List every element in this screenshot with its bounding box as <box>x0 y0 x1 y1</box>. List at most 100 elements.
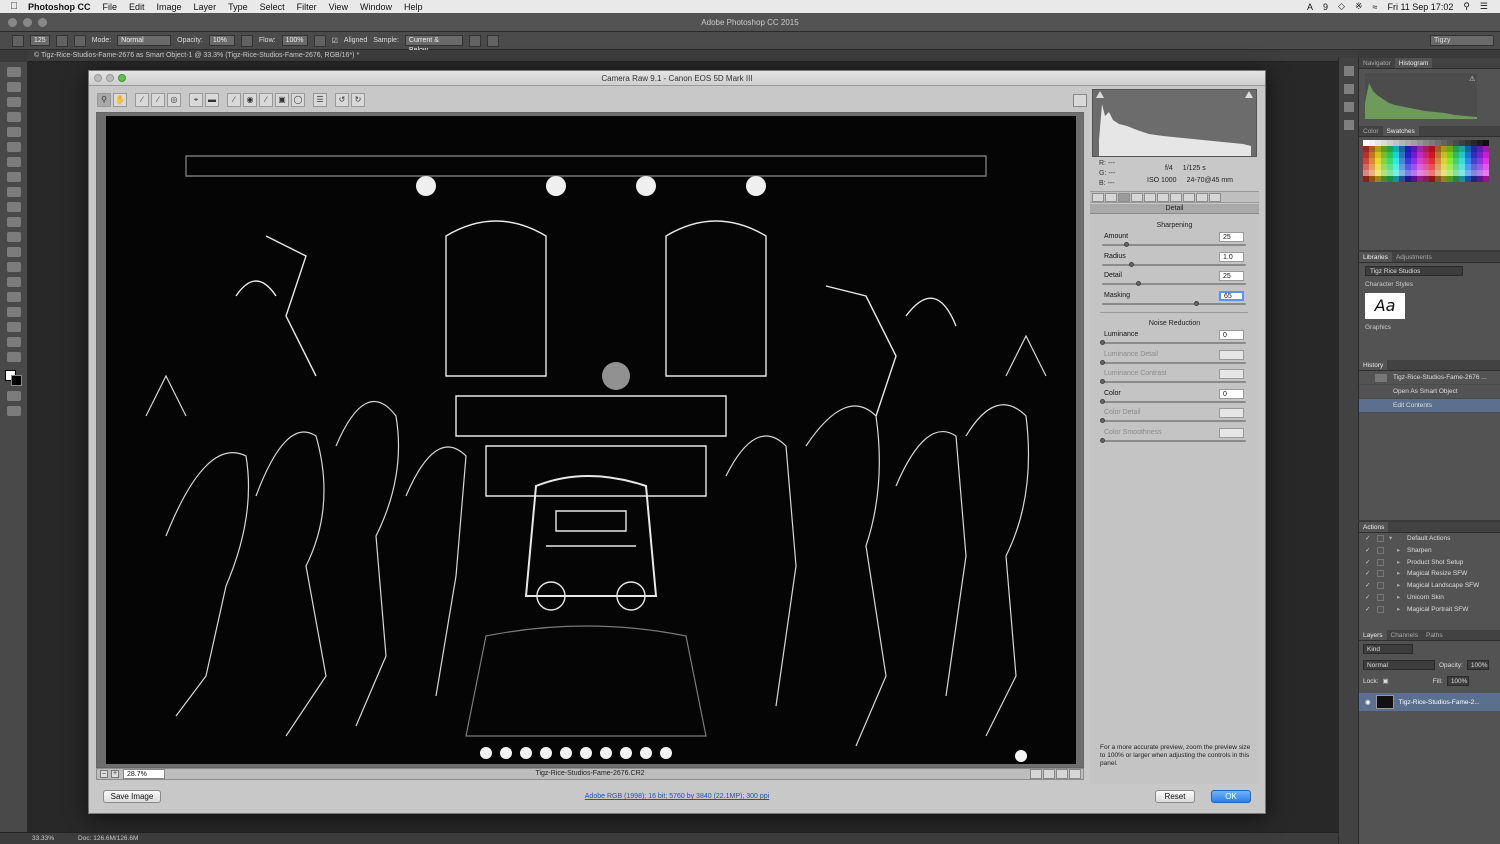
camera-calibration-tab-icon[interactable] <box>1183 192 1195 202</box>
split-toning-tab-icon[interactable] <box>1144 192 1156 202</box>
action-item[interactable]: ✓ ▸ Magical Portrait SFW <box>1359 604 1500 616</box>
noise-5-slider[interactable] <box>1100 437 1246 443</box>
noise-1-slider-thumb[interactable] <box>1100 359 1105 365</box>
red-eye-tool-icon[interactable]: ◉ <box>243 93 257 107</box>
notification-center-icon[interactable]: ☰ <box>1480 1 1488 12</box>
character-style-swatch[interactable]: Aa <box>1365 293 1405 319</box>
noise-2-value-field[interactable] <box>1219 369 1244 379</box>
ignore-adjustment-layers-icon[interactable] <box>468 34 481 47</box>
check-icon[interactable]: ✓ <box>1365 604 1370 616</box>
check-icon[interactable]: ✓ <box>1365 545 1370 557</box>
dodge-tool-icon[interactable] <box>7 262 21 272</box>
healing-brush-tool-icon[interactable] <box>7 157 21 167</box>
clone-source-panel-icon[interactable] <box>73 34 86 47</box>
sample-select[interactable]: Current & Below <box>404 35 463 54</box>
presets-tab-icon[interactable] <box>1196 192 1208 202</box>
noise-0-slider-thumb[interactable] <box>1100 340 1105 345</box>
check-icon[interactable]: ✓ <box>1365 568 1370 580</box>
preview-image[interactable] <box>106 116 1076 764</box>
brush-presets-panel-icon[interactable] <box>1344 102 1354 112</box>
sharpening-0-slider[interactable] <box>1102 242 1246 247</box>
noise-2-slider[interactable] <box>1100 379 1246 384</box>
fill-field[interactable]: 100% <box>1446 676 1469 686</box>
noise-0-slider[interactable] <box>1100 340 1246 345</box>
action-item[interactable]: ✓ ▸ Magical Landscape SFW <box>1359 580 1500 592</box>
sharpening-1-slider-thumb[interactable] <box>1128 261 1134 267</box>
color-sampler-tool-icon[interactable]: ∕ <box>151 93 165 107</box>
sharpening-3-slider-thumb[interactable] <box>1193 300 1199 306</box>
dialog-toggle[interactable] <box>1377 605 1384 613</box>
paragraph-panel-icon[interactable] <box>1344 84 1354 94</box>
zoom-tool-icon[interactable] <box>7 352 21 362</box>
sharpening-0-value-field[interactable]: 25 <box>1219 232 1244 242</box>
reset-button[interactable]: Reset <box>1155 790 1195 803</box>
menu-type[interactable]: Type <box>228 2 248 12</box>
eraser-tool-icon[interactable] <box>7 217 21 227</box>
background-color-swatch[interactable] <box>11 375 22 386</box>
spot-removal-tool-icon[interactable]: ∕ <box>227 93 241 107</box>
dialog-toggle[interactable] <box>1377 582 1384 590</box>
noise-4-value-field[interactable] <box>1219 408 1244 418</box>
noise-0-value-field[interactable]: 0 <box>1219 330 1244 340</box>
airbrush-icon[interactable] <box>313 34 326 47</box>
menu-help[interactable]: Help <box>404 2 423 12</box>
sharpening-3-slider[interactable] <box>1102 300 1246 306</box>
gradient-tool-icon[interactable] <box>7 232 21 242</box>
preferences-icon[interactable]: ☰ <box>313 93 327 107</box>
pressure-opacity-icon[interactable] <box>240 34 253 47</box>
chevron-down-icon[interactable]: ▾ <box>1389 533 1392 545</box>
targeted-adjustment-tool-icon[interactable]: ◎ <box>167 93 181 107</box>
opacity-field[interactable]: 10% <box>208 35 235 46</box>
color-swatch[interactable] <box>1483 176 1489 182</box>
document-tab[interactable]: © Tigz-Rice-Studios-Fame-2676 as Smart O… <box>28 50 1358 62</box>
eye-icon[interactable]: ◉ <box>1365 698 1371 706</box>
swap-settings-icon[interactable] <box>1043 769 1055 779</box>
ok-button[interactable]: OK <box>1211 790 1251 803</box>
clone-stamp-tool-icon[interactable] <box>7 187 21 197</box>
detail-tab-icon[interactable] <box>1118 192 1130 202</box>
lasso-tool-icon[interactable] <box>7 97 21 107</box>
workspace-select[interactable]: Tigzy <box>1430 35 1494 46</box>
hand-tool-icon[interactable]: ✋ <box>113 93 127 107</box>
clone-source-panel-icon[interactable] <box>1344 120 1354 130</box>
white-balance-tool-icon[interactable]: ∕ <box>135 93 149 107</box>
hand-tool-icon[interactable] <box>7 337 21 347</box>
menu-filter[interactable]: Filter <box>297 2 317 12</box>
adobe-creative-cloud-icon[interactable]: A <box>1307 2 1313 12</box>
tab-navigator[interactable]: Navigator <box>1359 58 1395 68</box>
close-window-button[interactable] <box>8 18 17 27</box>
tab-history[interactable]: History <box>1359 360 1388 370</box>
noise-2-slider-thumb[interactable] <box>1100 379 1105 384</box>
check-icon[interactable]: ✓ <box>1365 592 1370 604</box>
tab-libraries[interactable]: Libraries <box>1359 252 1392 262</box>
dialog-toggle[interactable] <box>1377 593 1384 601</box>
chevron-right-icon[interactable]: ▸ <box>1397 568 1400 580</box>
noise-4-slider-thumb[interactable] <box>1100 418 1105 423</box>
chevron-right-icon[interactable]: ▸ <box>1397 580 1400 592</box>
swatch-grid[interactable] <box>1359 137 1500 185</box>
graduated-filter-icon[interactable]: ▣ <box>275 93 289 107</box>
history-snapshot[interactable]: Tigz-Rice-Studios-Fame-2676 ... <box>1359 371 1500 385</box>
action-set[interactable]: ✓ ▾ Default Actions <box>1359 533 1500 545</box>
brush-panel-icon[interactable] <box>55 34 68 47</box>
menu-view[interactable]: View <box>329 2 348 12</box>
check-icon[interactable]: ✓ <box>1365 557 1370 569</box>
menu-image[interactable]: Image <box>157 2 182 12</box>
chevron-right-icon[interactable]: ▸ <box>1397 545 1400 557</box>
clone-stamp-tool-preset-icon[interactable] <box>12 34 24 47</box>
app-menu[interactable]: Photoshop CC <box>28 2 91 12</box>
chevron-right-icon[interactable]: ▸ <box>1397 604 1400 616</box>
noise-5-value-field[interactable] <box>1219 427 1244 438</box>
snapshots-tab-icon[interactable] <box>1209 192 1221 202</box>
tab-paths[interactable]: Paths <box>1422 630 1447 640</box>
noise-3-value-field[interactable]: 0 <box>1219 388 1244 399</box>
dialog-toggle[interactable] <box>1377 535 1384 542</box>
library-select[interactable]: Tigz Rice Studios <box>1365 266 1463 276</box>
sharpening-2-slider[interactable] <box>1102 281 1246 286</box>
dialog-zoom-button[interactable] <box>118 74 126 82</box>
blur-tool-icon[interactable] <box>7 247 21 257</box>
tab-histogram[interactable]: Histogram <box>1394 58 1433 68</box>
layer-opacity-field[interactable]: 100% <box>1466 660 1489 670</box>
move-tool-icon[interactable] <box>7 67 21 77</box>
brush-size-picker[interactable]: 125 <box>30 35 50 46</box>
